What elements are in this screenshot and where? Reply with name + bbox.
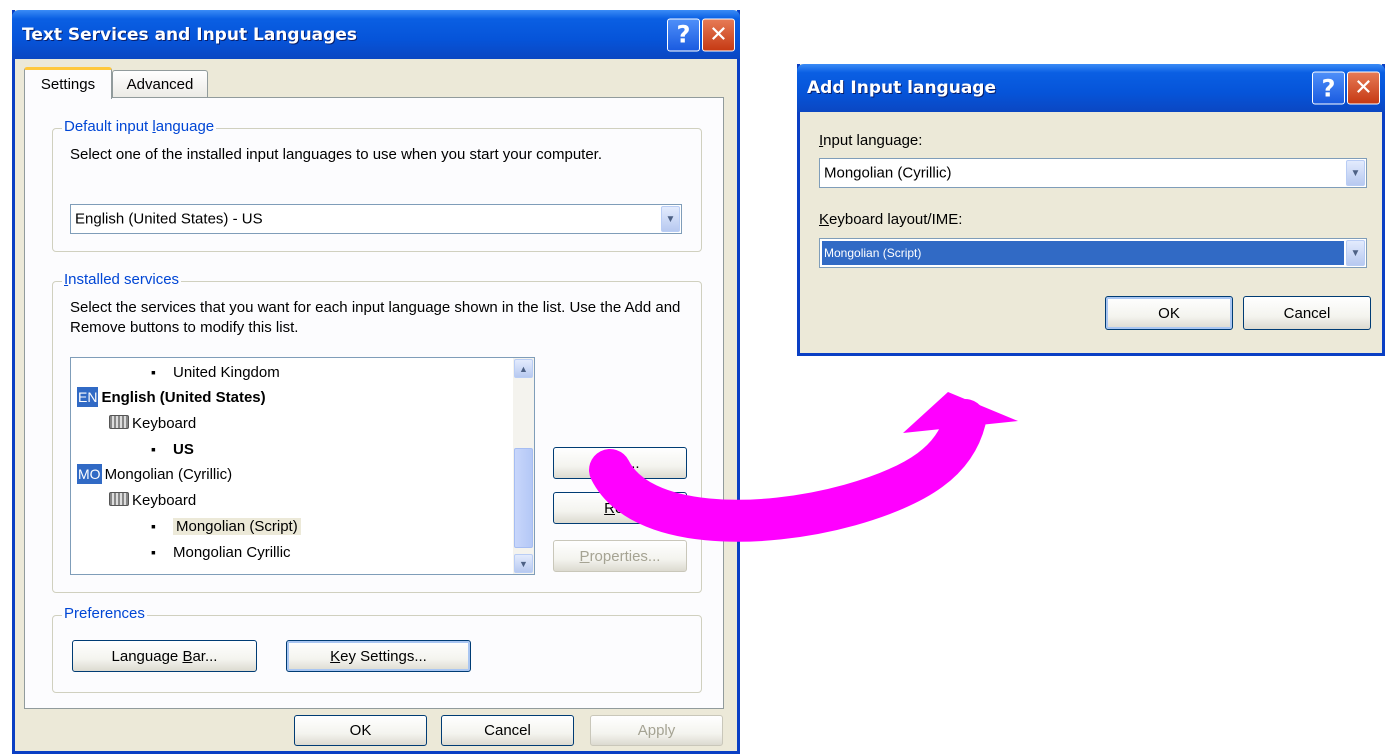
scroll-up-button[interactable]: ▲ bbox=[514, 359, 533, 378]
add-button[interactable]: Add... bbox=[553, 447, 687, 479]
default-input-language-group: Default input language Select one of the… bbox=[52, 118, 702, 252]
preferences-legend: Preferences bbox=[62, 605, 147, 622]
dialog-title: Add Input language bbox=[807, 78, 997, 98]
input-language-value: Mongolian (Cyrillic) bbox=[824, 164, 952, 182]
tree-item-united-kingdom[interactable]: ▪ United Kingdom bbox=[151, 361, 280, 383]
installed-services-group: Installed services Select the services t… bbox=[52, 271, 702, 593]
key-settings-button[interactable]: Key Settings... bbox=[286, 640, 471, 672]
close-icon[interactable]: ✕ bbox=[1347, 71, 1380, 105]
tree-scrollbar[interactable]: ▲ ▼ bbox=[513, 358, 534, 574]
tree-item-mongolian-cyrillic[interactable]: MO Mongolian (Cyrillic) bbox=[77, 463, 232, 485]
keyboard-layout-label: Keyboard layout/IME: bbox=[819, 211, 963, 228]
default-language-value: English (United States) - US bbox=[75, 210, 263, 228]
tab-settings[interactable]: Settings bbox=[24, 67, 112, 99]
arrow-head bbox=[903, 392, 1018, 433]
input-language-select[interactable]: Mongolian (Cyrillic) ▼ bbox=[819, 158, 1367, 188]
scroll-down-button[interactable]: ▼ bbox=[514, 554, 533, 573]
default-input-language-legend: Default input language bbox=[62, 118, 217, 135]
close-icon[interactable]: ✕ bbox=[702, 18, 735, 51]
chevron-down-icon[interactable]: ▼ bbox=[1346, 240, 1365, 266]
dialog-ok-button[interactable]: OK bbox=[1105, 296, 1233, 330]
apply-button[interactable]: Apply bbox=[590, 715, 723, 746]
dialog-cancel-button[interactable]: Cancel bbox=[1243, 296, 1371, 330]
installed-services-description: Select the services that you want for ea… bbox=[70, 299, 681, 336]
tree-item-mongolian-script[interactable]: ▪ Mongolian (Script) bbox=[151, 515, 301, 537]
main-window-title: Text Services and Input Languages bbox=[22, 24, 357, 45]
tree-item-english-us[interactable]: EN English (United States) bbox=[77, 386, 266, 408]
keyboard-icon bbox=[109, 492, 129, 506]
chevron-down-icon[interactable]: ▼ bbox=[661, 206, 680, 232]
chevron-down-icon[interactable]: ▼ bbox=[1346, 160, 1365, 186]
keyboard-layout-select[interactable]: Mongolian (Script) ▼ bbox=[819, 238, 1367, 268]
help-icon[interactable]: ? bbox=[667, 18, 700, 51]
tab-advanced[interactable]: Advanced bbox=[112, 70, 208, 97]
text-services-window: Text Services and Input Languages ? ✕ Se… bbox=[12, 10, 740, 754]
tree-item-keyboard-en[interactable]: Keyboard bbox=[109, 412, 196, 434]
keyboard-icon bbox=[109, 415, 129, 429]
preferences-group: Preferences Language Bar... Key Settings… bbox=[52, 605, 702, 693]
services-tree[interactable]: ▪ United Kingdom EN English (United States… bbox=[70, 357, 535, 575]
language-badge-en: EN bbox=[77, 387, 99, 407]
main-titlebar[interactable]: Text Services and Input Languages ? ✕ bbox=[12, 10, 740, 59]
default-language-select[interactable]: English (United States) - US ▼ bbox=[70, 204, 682, 234]
scroll-thumb[interactable] bbox=[514, 448, 533, 548]
tree-item-us[interactable]: ▪ US bbox=[151, 438, 194, 460]
keyboard-layout-value: Mongolian (Script) bbox=[824, 246, 922, 260]
language-badge-mo: MO bbox=[77, 464, 102, 484]
tree-item-keyboard-mo[interactable]: Keyboard bbox=[109, 489, 196, 511]
ok-button[interactable]: OK bbox=[294, 715, 427, 746]
help-icon[interactable]: ? bbox=[1312, 71, 1345, 105]
default-language-description: Select one of the installed input langua… bbox=[70, 146, 603, 163]
remove-button[interactable]: Rem bbox=[553, 492, 687, 524]
tree-item-mongolian-cyrillic-layout[interactable]: ▪ Mongolian Cyrillic bbox=[151, 541, 291, 563]
dialog-titlebar[interactable]: Add Input language ? ✕ bbox=[797, 64, 1385, 112]
installed-services-legend: Installed services bbox=[62, 271, 182, 288]
add-input-language-dialog: Add Input language ? ✕ Input language: M… bbox=[797, 64, 1385, 356]
properties-button[interactable]: Properties... bbox=[553, 540, 687, 572]
language-bar-button[interactable]: Language Bar... bbox=[72, 640, 257, 672]
input-language-label: Input language: bbox=[819, 132, 923, 149]
settings-panel: Default input language Select one of the… bbox=[24, 97, 724, 709]
cancel-button[interactable]: Cancel bbox=[441, 715, 574, 746]
